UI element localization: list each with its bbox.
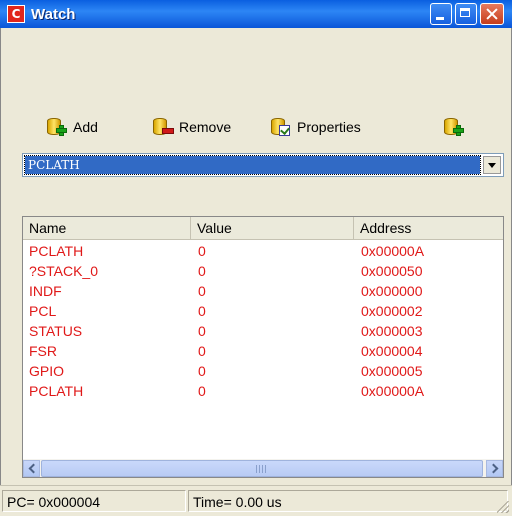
properties-label: Properties xyxy=(297,119,361,135)
properties-button[interactable]: Properties xyxy=(269,114,361,140)
row-address: 0x000005 xyxy=(361,363,423,379)
table-row[interactable]: GPIO 0 0x000005 xyxy=(23,361,503,381)
row-address: 0x000003 xyxy=(361,323,423,339)
database-add-icon xyxy=(45,116,67,138)
close-button[interactable] xyxy=(480,3,504,25)
toolbar: Add Remove Properties xyxy=(1,114,511,140)
table-row[interactable]: FSR 0 0x000004 xyxy=(23,341,503,361)
table-row[interactable]: INDF 0 0x000000 xyxy=(23,281,503,301)
add-button[interactable]: Add xyxy=(45,114,98,140)
database-properties-icon xyxy=(269,116,291,138)
table-row[interactable]: ?STACK_0 0 0x000050 xyxy=(23,261,503,281)
watch-list: Name Value Address PCLATH 0 0x00000A ?ST… xyxy=(22,216,504,478)
symbol-select[interactable]: PCLATH xyxy=(22,153,504,177)
maximize-button[interactable] xyxy=(455,3,477,25)
row-address: 0x000050 xyxy=(361,263,423,279)
row-value: 0 xyxy=(198,263,206,279)
row-value: 0 xyxy=(198,323,206,339)
column-header-value[interactable]: Value xyxy=(191,217,354,239)
table-row[interactable]: PCL 0 0x000002 xyxy=(23,301,503,321)
row-value: 0 xyxy=(198,383,206,399)
remove-label: Remove xyxy=(179,119,232,135)
database-add-icon xyxy=(442,116,464,138)
scroll-left-icon[interactable] xyxy=(23,460,40,477)
symbol-select-value[interactable]: PCLATH xyxy=(24,155,481,175)
status-pc: PC= 0x000004 xyxy=(2,490,186,512)
table-row[interactable]: STATUS 0 0x000003 xyxy=(23,321,503,341)
row-name: PCLATH xyxy=(29,383,84,399)
row-address: 0x00000A xyxy=(361,243,425,259)
horizontal-scrollbar[interactable] xyxy=(23,459,503,477)
row-value: 0 xyxy=(198,243,206,259)
row-name: PCL xyxy=(29,303,57,319)
row-name: INDF xyxy=(29,283,62,299)
row-name: GPIO xyxy=(29,363,65,379)
row-name: STATUS xyxy=(29,323,83,339)
list-header: Name Value Address xyxy=(23,217,503,240)
row-value: 0 xyxy=(198,363,206,379)
row-address: 0x000002 xyxy=(361,303,423,319)
resize-grip-icon[interactable] xyxy=(497,501,509,513)
status-time: Time= 0.00 us xyxy=(188,490,508,512)
column-header-name[interactable]: Name xyxy=(23,217,191,239)
row-name: FSR xyxy=(29,343,57,359)
list-rows: PCLATH 0 0x00000A ?STACK_0 0 0x000050 IN… xyxy=(23,241,503,401)
add-label: Add xyxy=(73,119,98,135)
window-title: Watch xyxy=(31,5,76,23)
minimize-button[interactable] xyxy=(430,3,452,25)
table-row[interactable]: PCLATH 0 0x00000A xyxy=(23,241,503,261)
remove-button[interactable]: Remove xyxy=(151,114,231,140)
app-icon[interactable]: C xyxy=(7,5,25,23)
chevron-down-icon[interactable] xyxy=(483,156,501,174)
row-address: 0x000004 xyxy=(361,343,423,359)
add-all-button[interactable] xyxy=(442,114,470,140)
row-value: 0 xyxy=(198,283,206,299)
status-bar: PC= 0x000004 Time= 0.00 us xyxy=(0,485,512,516)
scroll-right-icon[interactable] xyxy=(486,460,503,477)
database-remove-icon xyxy=(151,116,174,138)
row-value: 0 xyxy=(198,343,206,359)
column-header-address[interactable]: Address xyxy=(354,217,503,239)
row-name: PCLATH xyxy=(29,243,84,259)
watch-window: C Watch Add Remove Properties PCLATH Nam… xyxy=(0,0,512,516)
scroll-thumb[interactable] xyxy=(41,460,483,477)
grip-icon xyxy=(256,465,266,473)
row-address: 0x000000 xyxy=(361,283,423,299)
title-bar[interactable]: C Watch xyxy=(0,0,512,28)
row-name: ?STACK_0 xyxy=(29,263,98,279)
row-value: 0 xyxy=(198,303,206,319)
table-row[interactable]: PCLATH 0 0x00000A xyxy=(23,381,503,401)
row-address: 0x00000A xyxy=(361,383,425,399)
